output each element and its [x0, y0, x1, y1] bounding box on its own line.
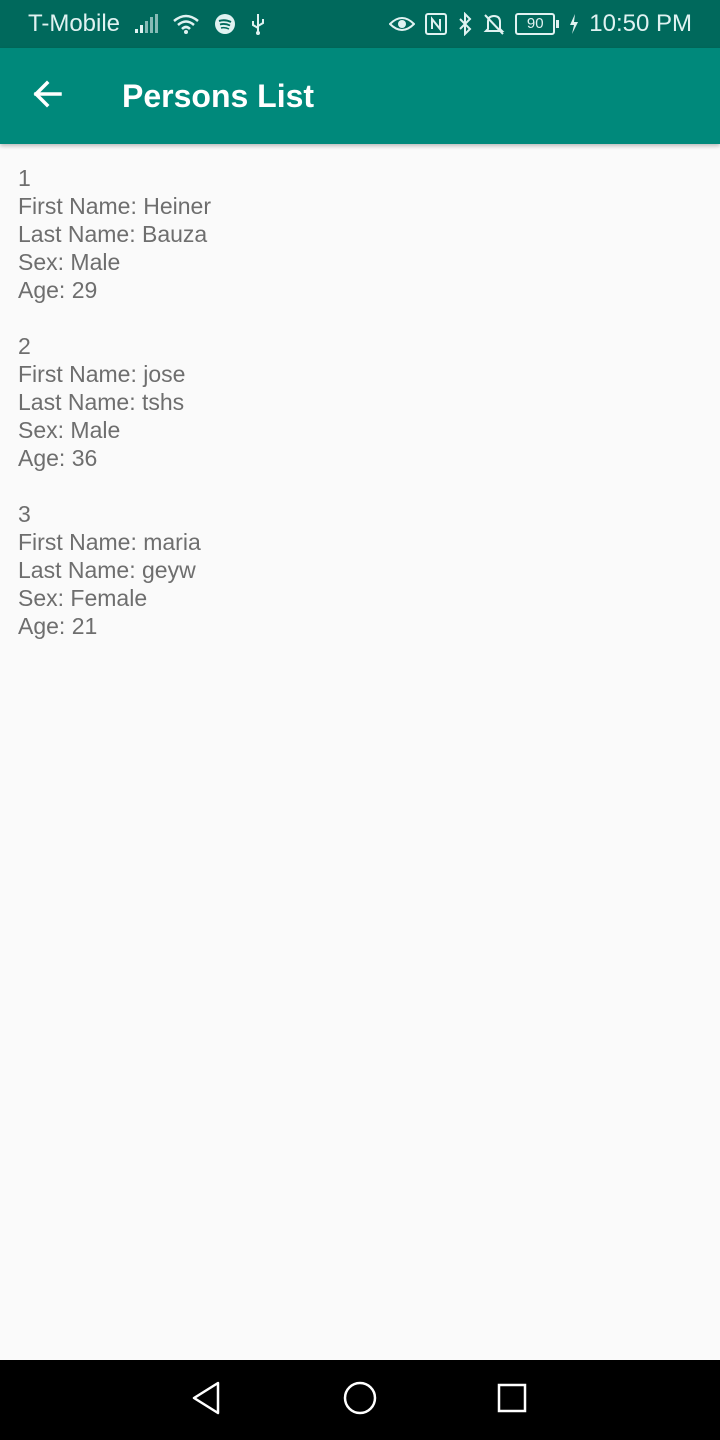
- person-age: Age: 36: [18, 445, 98, 471]
- person-age: Age: 21: [18, 613, 98, 639]
- person-first-name: First Name: jose: [18, 361, 186, 387]
- signal-icon: [134, 14, 159, 34]
- person-last-name: Last Name: geyw: [18, 557, 196, 583]
- nav-back-button[interactable]: [186, 1380, 226, 1420]
- app-bar: Persons List: [0, 48, 720, 144]
- charging-icon: [569, 14, 579, 34]
- person-first-name: First Name: Heiner: [18, 193, 211, 219]
- person-index: 2: [18, 333, 31, 359]
- person-sex: Sex: Male: [18, 417, 121, 443]
- clock: 10:50 PM: [589, 10, 692, 37]
- battery-level: 90: [515, 13, 556, 35]
- list-item: 3 First Name: maria Last Name: geyw Sex:…: [18, 500, 702, 640]
- bluetooth-icon: [457, 12, 473, 36]
- nav-home-button[interactable]: [340, 1380, 380, 1420]
- recents-square-icon: [496, 1382, 528, 1419]
- person-last-name: Last Name: Bauza: [18, 221, 208, 247]
- carrier-label: T-Mobile: [28, 10, 121, 37]
- person-sex: Sex: Female: [18, 585, 148, 611]
- usb-icon: [250, 12, 266, 36]
- person-first-name: First Name: maria: [18, 529, 201, 555]
- wifi-icon: [172, 13, 200, 35]
- eye-icon: [389, 15, 416, 33]
- list-item: 1 First Name: Heiner Last Name: Bauza Se…: [18, 164, 702, 304]
- person-sex: Sex: Male: [18, 249, 121, 275]
- status-bar: T-Mobile 90 10:50 PM: [0, 0, 720, 48]
- person-index: 3: [18, 501, 31, 527]
- navigation-bar: [0, 1360, 720, 1440]
- spotify-icon: [214, 13, 236, 35]
- arrow-back-icon: [32, 78, 64, 115]
- home-circle-icon: [342, 1380, 378, 1421]
- battery-icon: 90: [515, 13, 560, 35]
- back-triangle-icon: [190, 1380, 222, 1421]
- nfc-icon: [425, 13, 448, 35]
- persons-list: 1 First Name: Heiner Last Name: Bauza Se…: [18, 164, 702, 668]
- person-last-name: Last Name: tshs: [18, 389, 185, 415]
- nav-recents-button[interactable]: [492, 1380, 532, 1420]
- back-button[interactable]: [20, 68, 76, 124]
- notifications-off-icon: [483, 12, 505, 36]
- list-item: 2 First Name: jose Last Name: tshs Sex: …: [18, 332, 702, 472]
- status-right: 90 10:50 PM: [389, 10, 692, 38]
- page-title: Persons List: [122, 77, 315, 114]
- person-index: 1: [18, 165, 31, 191]
- status-left: T-Mobile: [28, 10, 266, 38]
- person-age: Age: 29: [18, 277, 98, 303]
